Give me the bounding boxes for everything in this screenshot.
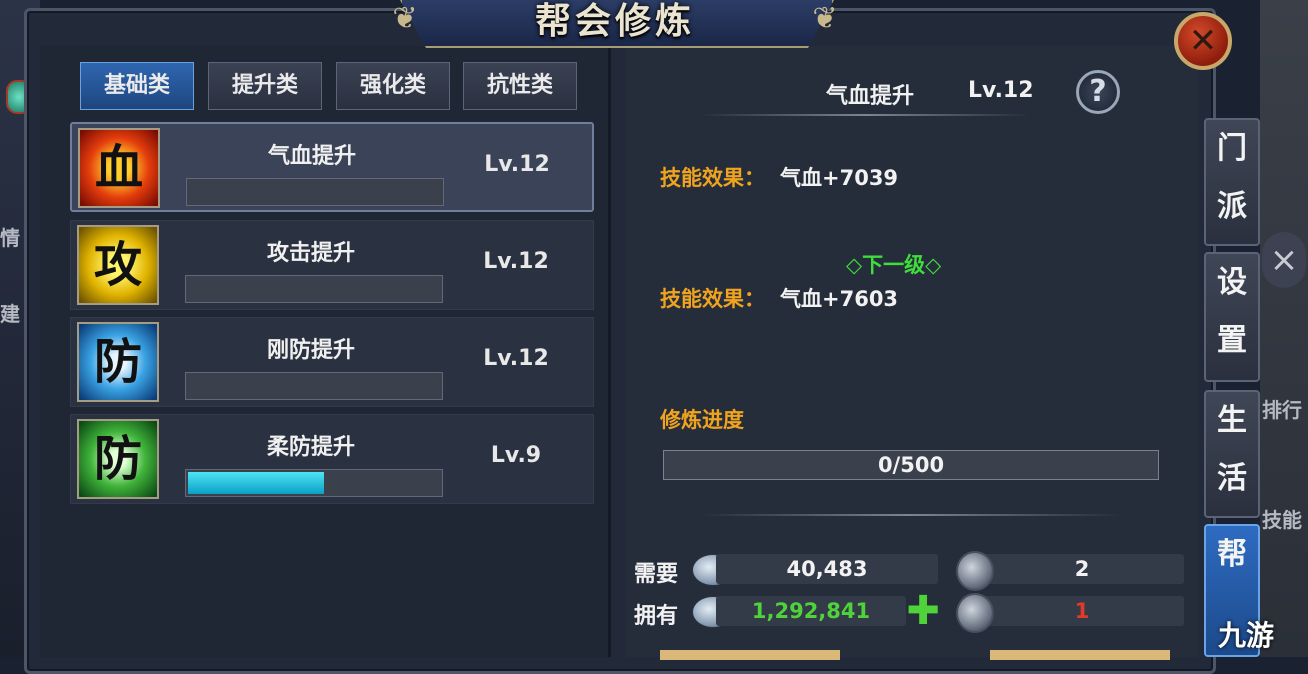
close-icon: ✕ bbox=[1188, 21, 1218, 61]
background-right bbox=[1260, 0, 1308, 657]
side-tab-label: 生 bbox=[1217, 403, 1247, 438]
skill-level: Lv.12 bbox=[483, 249, 549, 274]
side-tab-label: 帮 bbox=[1217, 537, 1247, 572]
detail-skill-name: 气血提升 bbox=[826, 84, 915, 109]
skill-progress-bar bbox=[185, 372, 443, 400]
cultivate-ten-button[interactable] bbox=[990, 650, 1170, 660]
defense-icon: 防 bbox=[77, 322, 159, 402]
skill-level: Lv.9 bbox=[490, 443, 542, 468]
skill-row-attack[interactable]: 攻 攻击提升 Lv.12 bbox=[70, 220, 594, 310]
current-effect-label: 技能效果： bbox=[660, 166, 765, 190]
skill-row-soft-defense[interactable]: 防 柔防提升 Lv.9 bbox=[70, 414, 594, 504]
side-tab-label: 设 bbox=[1217, 265, 1247, 300]
skill-row-hard-defense[interactable]: 防 刚防提升 Lv.12 bbox=[70, 317, 594, 407]
side-tab-sect[interactable]: 门 派 bbox=[1204, 118, 1260, 246]
skill-name: 刚防提升 bbox=[266, 338, 355, 363]
watermark: 九游 bbox=[1218, 619, 1275, 652]
current-effect-value: 气血+7039 bbox=[780, 166, 899, 190]
skill-level: Lv.12 bbox=[484, 152, 550, 177]
close-button[interactable]: ✕ bbox=[1174, 12, 1232, 70]
progress-label: 修炼进度 bbox=[660, 408, 744, 432]
background-text: 技能 bbox=[1262, 508, 1302, 532]
question-icon: ? bbox=[1089, 74, 1107, 109]
skill-level: Lv.12 bbox=[483, 346, 549, 371]
side-tab-label: 置 bbox=[1217, 323, 1247, 358]
skill-progress-fill bbox=[188, 472, 324, 494]
need-label: 需要 bbox=[634, 562, 679, 587]
skill-name: 攻击提升 bbox=[266, 241, 355, 266]
have-silver-value: 1,292,841 bbox=[716, 596, 906, 626]
tab-improve[interactable]: 提升类 bbox=[208, 62, 322, 110]
next-effect-label: 技能效果： bbox=[660, 287, 765, 311]
blood-icon: 血 bbox=[78, 128, 160, 208]
cultivation-progress-bar: 0/500 bbox=[663, 450, 1159, 480]
side-tab-settings[interactable]: 设 置 bbox=[1204, 252, 1260, 382]
next-level-heading: ◇下一级◇ bbox=[846, 253, 942, 277]
background-text: 排行 bbox=[1262, 398, 1302, 422]
skill-row-hp[interactable]: 血 气血提升 Lv.12 bbox=[70, 122, 594, 212]
skill-progress-bar bbox=[185, 275, 443, 303]
divider bbox=[700, 114, 1030, 116]
contribution-token-icon bbox=[956, 593, 994, 633]
background-text: 建 bbox=[0, 302, 20, 326]
side-tab-label: 门 bbox=[1217, 131, 1247, 166]
add-silver-button[interactable]: ✚ bbox=[906, 591, 940, 631]
next-effect-value: 气血+7603 bbox=[780, 287, 899, 311]
skill-progress-bar bbox=[186, 178, 444, 206]
need-token-value: 2 bbox=[980, 554, 1184, 584]
skill-progress-bar bbox=[185, 469, 443, 497]
side-tab-label: 派 bbox=[1217, 189, 1247, 224]
have-label: 拥有 bbox=[634, 604, 679, 629]
detail-skill-level: Lv.12 bbox=[968, 78, 1034, 103]
cultivate-button[interactable] bbox=[660, 650, 840, 660]
contribution-token-icon bbox=[956, 551, 994, 591]
background-text: 情 bbox=[0, 226, 20, 250]
divider bbox=[700, 514, 1120, 516]
tab-basic[interactable]: 基础类 bbox=[80, 62, 194, 110]
side-tab-life[interactable]: 生 活 bbox=[1204, 390, 1260, 518]
skill-name: 柔防提升 bbox=[266, 435, 355, 460]
tab-enhance[interactable]: 强化类 bbox=[336, 62, 450, 110]
background-close-icon: × bbox=[1262, 232, 1306, 288]
side-tab-label: 活 bbox=[1217, 461, 1247, 496]
attack-icon: 攻 bbox=[77, 225, 159, 305]
skill-name: 气血提升 bbox=[267, 144, 356, 169]
dialog-title: 帮会修炼 bbox=[534, 1, 695, 42]
soft-defense-icon: 防 bbox=[77, 419, 159, 499]
help-button[interactable]: ? bbox=[1076, 70, 1120, 114]
need-silver-value: 40,483 bbox=[716, 554, 938, 584]
tab-resistance[interactable]: 抗性类 bbox=[463, 62, 577, 110]
have-token-value: 1 bbox=[980, 596, 1184, 626]
